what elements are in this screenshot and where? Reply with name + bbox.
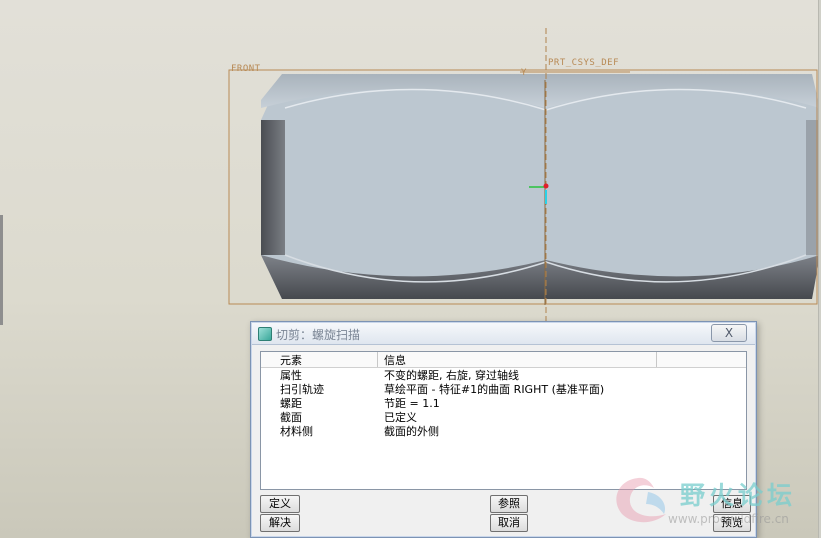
dialog-title: 切剪：螺旋扫描 bbox=[276, 328, 361, 342]
watermark-text: 野火论坛 bbox=[680, 481, 797, 510]
element-info: 不变的螺距, 右旋, 穿过轴线 bbox=[384, 369, 519, 382]
left-panel-edge bbox=[0, 215, 3, 325]
cancel-button[interactable]: 取消 bbox=[490, 514, 528, 532]
element-info: 已定义 bbox=[384, 411, 417, 424]
element-name: 属性 bbox=[280, 369, 302, 382]
column-divider bbox=[656, 352, 657, 367]
column-header-info: 信息 bbox=[384, 354, 406, 367]
watermark-url: www.proewildfire.cn bbox=[668, 512, 789, 526]
element-name: 扫引轨迹 bbox=[280, 383, 324, 396]
element-info: 草绘平面 - 特征#1的曲面 RIGHT (基准平面) bbox=[384, 383, 605, 396]
element-name: 材料侧 bbox=[280, 425, 313, 438]
column-header-element: 元素 bbox=[280, 354, 302, 367]
reference-button[interactable]: 参照 bbox=[490, 495, 528, 513]
dialog-titlebar[interactable]: 切剪：螺旋扫描 X bbox=[252, 323, 755, 345]
element-info: 节距 = 1.1 bbox=[384, 397, 440, 410]
list-header: 元素 信息 bbox=[261, 352, 746, 368]
datum-front-label: FRONT bbox=[231, 64, 261, 74]
element-info: 截面的外侧 bbox=[384, 425, 439, 438]
define-button[interactable]: 定义 bbox=[260, 495, 300, 513]
y-axis-label: Y bbox=[521, 68, 527, 78]
element-name: 螺距 bbox=[280, 397, 302, 410]
dialog-app-icon bbox=[258, 327, 272, 341]
csys-label: PRT_CSYS_DEF bbox=[548, 58, 620, 68]
close-button[interactable]: X bbox=[711, 324, 747, 342]
element-name: 截面 bbox=[280, 411, 302, 424]
resolve-button[interactable]: 解决 bbox=[260, 514, 300, 532]
column-divider bbox=[377, 352, 378, 367]
